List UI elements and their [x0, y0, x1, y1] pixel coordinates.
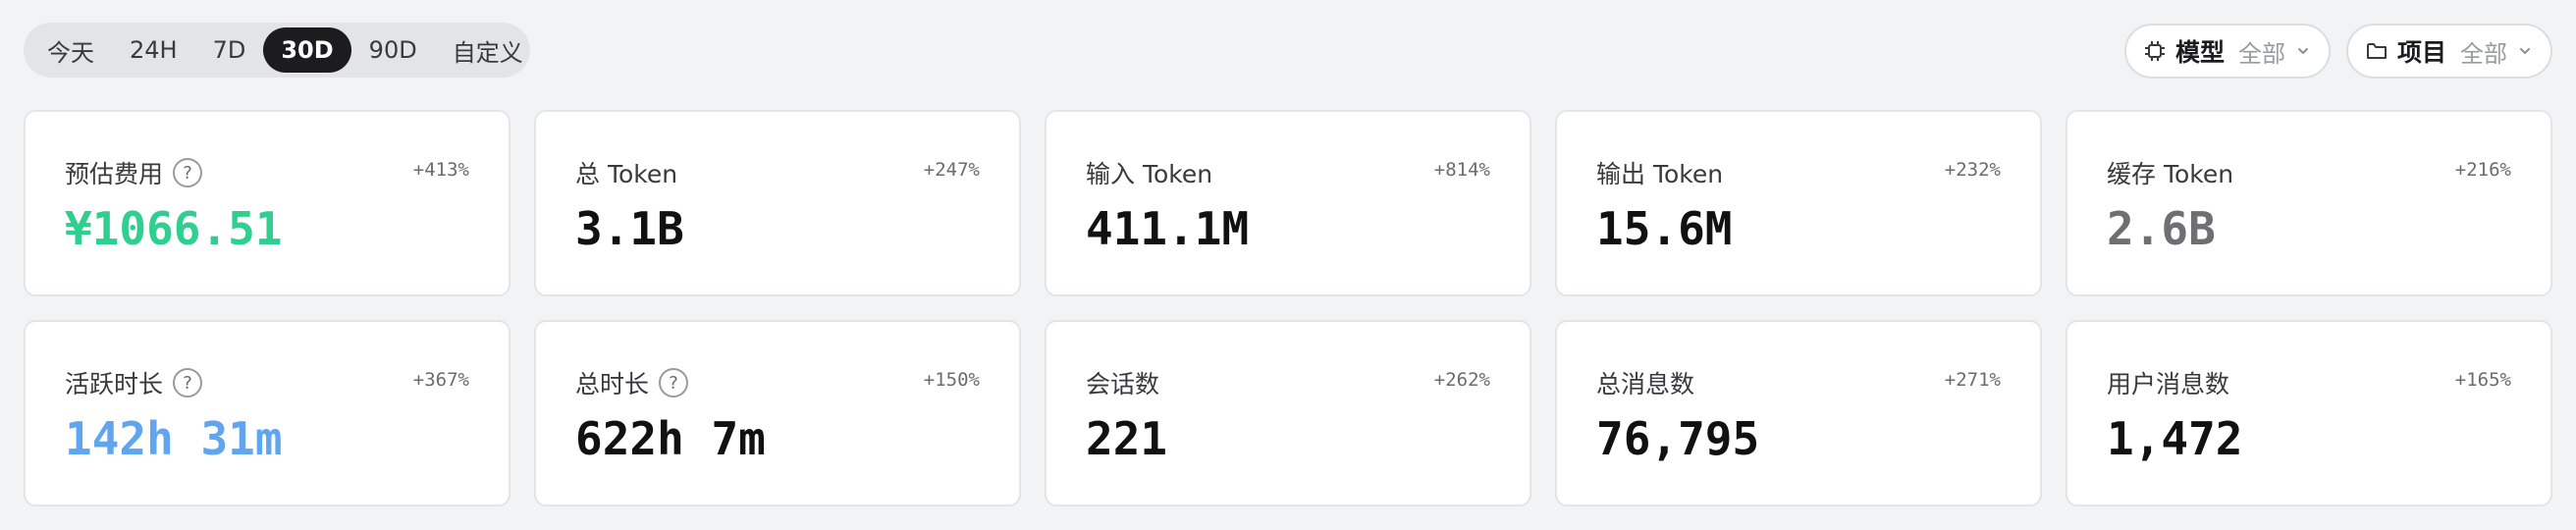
- range-tab-custom[interactable]: 自定义: [435, 27, 541, 73]
- range-tab-90d[interactable]: 90D: [351, 27, 435, 73]
- stat-card-value: 411.1M: [1086, 202, 1250, 255]
- model-filter-label: 模型: [2175, 38, 2226, 67]
- stat-card-title: 输入 Token: [1086, 160, 1213, 188]
- stat-card-title: 用户消息数: [2107, 370, 2230, 398]
- project-filter-label: 项目: [2397, 38, 2447, 67]
- stat-card-title-wrap: 总 Token: [575, 155, 677, 190]
- range-tab-24h[interactable]: 24H: [112, 27, 195, 73]
- range-tab-30d[interactable]: 30D: [263, 27, 351, 73]
- stat-card-title-wrap: 缓存 Token: [2107, 155, 2233, 190]
- stat-card-title-wrap: 用户消息数: [2107, 365, 2229, 400]
- stat-card-title-wrap: 活跃时长 ?: [65, 365, 203, 400]
- chip-icon: [2144, 40, 2166, 62]
- dashboard-page: 今天 24H 7D 30D 90D 自定义 模型 全部 项目 全部 预估费用 ?…: [0, 0, 2576, 530]
- help-icon[interactable]: ?: [659, 368, 689, 398]
- project-filter-value: 全部: [2460, 39, 2508, 68]
- stat-card-title: 输出 Token: [1596, 160, 1724, 188]
- stat-card-estimated-cost: 预估费用 ? +413% ¥1066.51: [24, 110, 510, 296]
- stat-card-delta: +232%: [1944, 159, 2001, 181]
- stat-card-input-token: 输入 Token +814% 411.1M: [1045, 110, 1531, 296]
- chevron-down-icon: [2295, 43, 2311, 59]
- stat-card-title-wrap: 预估费用 ?: [65, 155, 203, 190]
- help-icon[interactable]: ?: [173, 368, 203, 398]
- stat-card-value: 622h 7m: [575, 412, 766, 465]
- stat-card-delta: +367%: [412, 369, 469, 391]
- stat-card-delta: +247%: [923, 159, 980, 181]
- stat-card-title: 预估费用: [65, 160, 164, 188]
- stat-card-value: 15.6M: [1596, 202, 1733, 255]
- stat-card-active-duration: 活跃时长 ? +367% 142h 31m: [24, 320, 510, 506]
- range-tab-7d[interactable]: 7D: [195, 27, 264, 73]
- folder-icon: [2366, 40, 2388, 62]
- stat-card-title: 会话数: [1086, 370, 1160, 398]
- stat-card-title-wrap: 会话数: [1086, 365, 1159, 400]
- stat-card-delta: +271%: [1944, 369, 2001, 391]
- model-filter-value: 全部: [2238, 39, 2286, 68]
- stat-card-title: 活跃时长: [65, 370, 164, 398]
- stat-card-delta: +165%: [2454, 369, 2511, 391]
- stat-card-delta: +413%: [412, 159, 469, 181]
- stat-card-title-wrap: 总时长 ?: [575, 365, 689, 400]
- stat-card-title: 总时长: [575, 370, 650, 398]
- stat-card-sessions: 会话数 +262% 221: [1045, 320, 1531, 506]
- stat-card-delta: +216%: [2454, 159, 2511, 181]
- stat-card-title-wrap: 输入 Token: [1086, 155, 1212, 190]
- model-filter-dropdown[interactable]: 模型 全部: [2124, 24, 2331, 79]
- stat-card-value: 2.6B: [2107, 202, 2216, 255]
- stat-card-value: 142h 31m: [65, 412, 283, 465]
- range-tab-today[interactable]: 今天: [29, 27, 112, 73]
- stat-card-delta: +262%: [1433, 369, 1490, 391]
- stat-card-title-wrap: 总消息数: [1596, 365, 1694, 400]
- time-range-selector: 今天 24H 7D 30D 90D 自定义: [24, 23, 530, 78]
- stat-card-value: 3.1B: [575, 202, 684, 255]
- chevron-down-icon: [2517, 43, 2533, 59]
- stat-card-title: 缓存 Token: [2107, 160, 2234, 188]
- stat-card-title-wrap: 输出 Token: [1596, 155, 1723, 190]
- stat-card-user-messages: 用户消息数 +165% 1,472: [2066, 320, 2552, 506]
- stat-card-value: 221: [1086, 412, 1168, 465]
- stat-card-value: 1,472: [2107, 412, 2243, 465]
- stat-card-title: 总 Token: [575, 160, 678, 188]
- stat-card-value: 76,795: [1596, 412, 1760, 465]
- stat-card-delta: +814%: [1433, 159, 1490, 181]
- stat-card-total-token: 总 Token +247% 3.1B: [534, 110, 1021, 296]
- stat-card-title: 总消息数: [1596, 370, 1695, 398]
- stat-card-value: ¥1066.51: [65, 202, 283, 255]
- stat-card-total-messages: 总消息数 +271% 76,795: [1555, 320, 2042, 506]
- stat-card-output-token: 输出 Token +232% 15.6M: [1555, 110, 2042, 296]
- stat-card-delta: +150%: [923, 369, 980, 391]
- help-icon[interactable]: ?: [173, 158, 203, 187]
- stat-card-cache-token: 缓存 Token +216% 2.6B: [2066, 110, 2552, 296]
- stat-card-total-duration: 总时长 ? +150% 622h 7m: [534, 320, 1021, 506]
- project-filter-dropdown[interactable]: 项目 全部: [2346, 24, 2552, 79]
